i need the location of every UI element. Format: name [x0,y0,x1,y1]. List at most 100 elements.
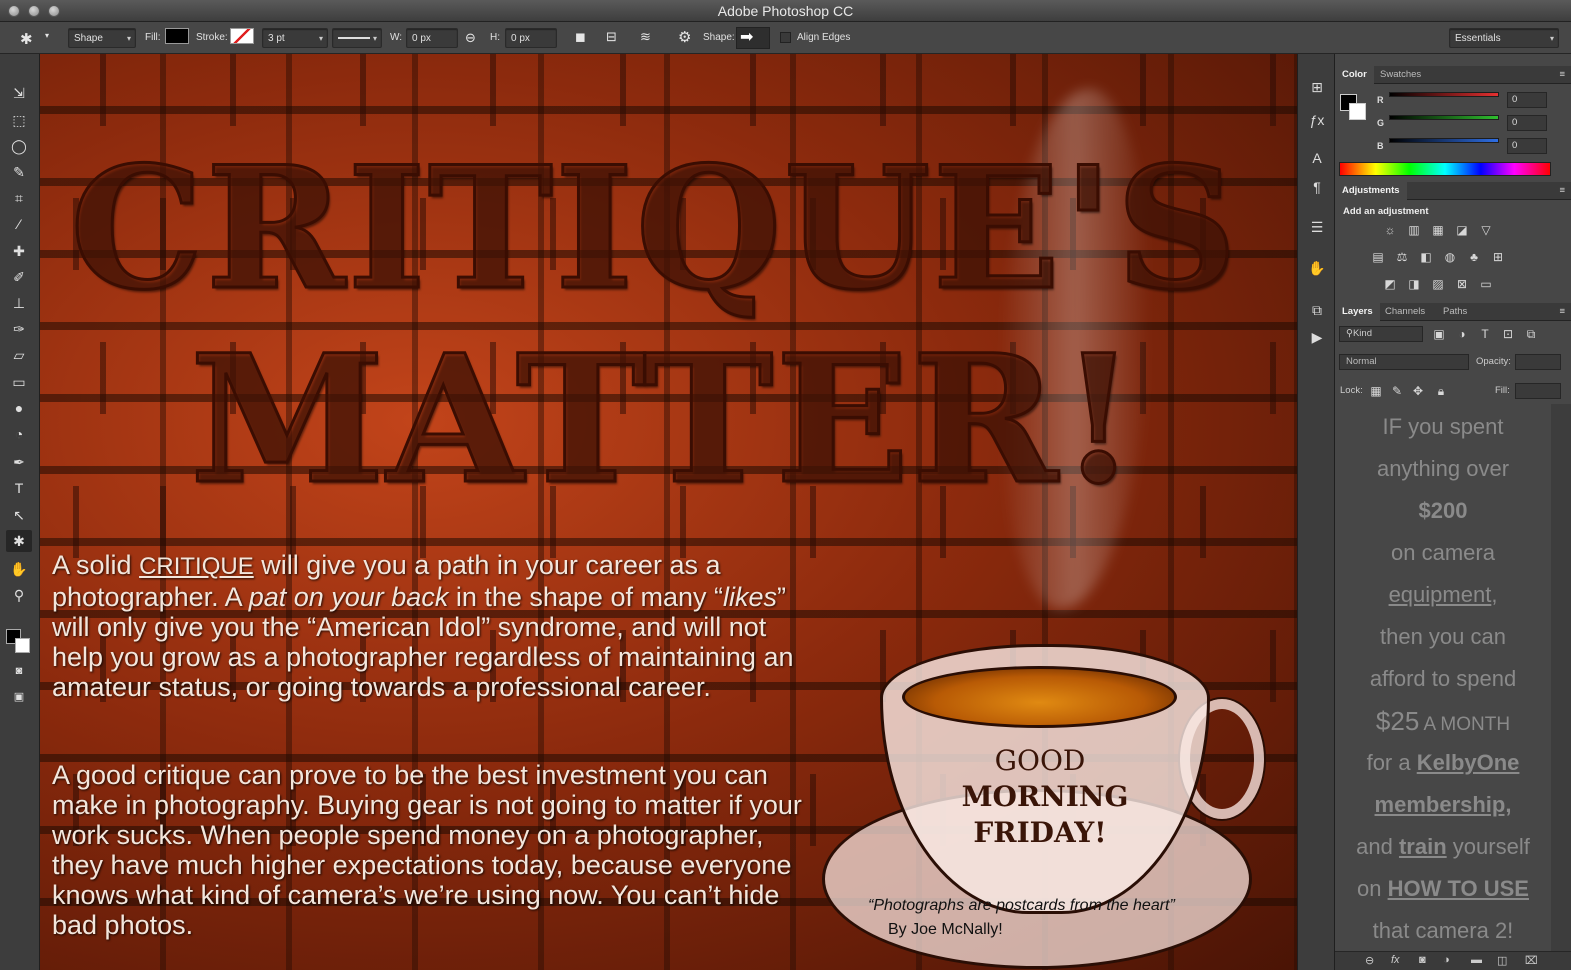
filter-smart-object-icon[interactable]: ⧉ [1522,326,1540,342]
membership-link[interactable]: membership, [1375,792,1512,817]
height-input[interactable]: 0 px [505,28,557,48]
blue-slider[interactable] [1389,138,1499,143]
new-layer-icon[interactable]: ◫ [1497,954,1507,967]
fill-swatch[interactable] [165,27,189,47]
path-operations-icon[interactable]: ◼ [575,29,586,45]
photo-filter-icon[interactable]: ◍ [1441,249,1459,265]
workspace-select[interactable]: Essentials [1449,28,1559,49]
history-icon[interactable]: ⊞ [1306,76,1328,98]
shape-picker[interactable]: ➡ [736,27,770,49]
background-color-swatch[interactable] [15,638,30,653]
add-mask-icon[interactable]: ◙ [1419,954,1426,966]
styles-fx-icon[interactable]: ƒx [1306,109,1328,131]
link-icon[interactable]: ⊖ [465,30,476,46]
lasso-tool-icon[interactable]: ◯ [6,135,32,157]
color-balance-icon[interactable]: ⚖ [1393,249,1411,265]
blue-value[interactable]: 0 [1507,138,1547,154]
exposure-icon[interactable]: ◪ [1453,222,1471,238]
gear-icon[interactable]: ⚙ [678,28,691,46]
mode-select[interactable]: Shape [68,28,136,49]
tool-presets-icon[interactable]: ✋ [1306,257,1328,279]
equipment-link[interactable]: equipment [1389,582,1492,607]
clone-stamp-tool-icon[interactable]: ⊥ [6,292,32,314]
layer-style-fx-icon[interactable]: fx [1391,954,1400,966]
fill-input[interactable] [1515,383,1561,399]
panel-menu-icon[interactable]: ≡ [1559,182,1565,200]
color-spectrum-ramp[interactable] [1339,162,1551,176]
vibrance-icon[interactable]: ▽ [1477,222,1495,238]
filter-pixel-icon[interactable]: ▣ [1430,326,1448,342]
color-lookup-icon[interactable]: ⊞ [1489,249,1507,265]
opacity-input[interactable] [1515,354,1561,370]
hand-tool-icon[interactable]: ✋ [6,558,32,580]
blur-tool-icon[interactable]: ● [6,397,32,419]
levels-icon[interactable]: ▥ [1405,222,1423,238]
history-brush-tool-icon[interactable]: ✑ [6,318,32,340]
kelbyone-link[interactable]: KelbyOne [1417,750,1520,775]
panel-menu-icon[interactable]: ≡ [1559,303,1565,321]
lock-transparent-icon[interactable]: ▦ [1367,383,1385,399]
color-background-swatch[interactable] [1349,103,1366,120]
hue-saturation-icon[interactable]: ▤ [1369,249,1387,265]
threshold-icon[interactable]: ▨ [1429,276,1447,292]
tab-paths[interactable]: Paths [1436,303,1474,321]
paragraph-icon[interactable]: ¶ [1306,176,1328,198]
green-value[interactable]: 0 [1507,115,1547,131]
eraser-tool-icon[interactable]: ▱ [6,344,32,366]
layers-scrollbar[interactable] [1551,404,1571,952]
brush-tool-icon[interactable]: ✐ [6,266,32,288]
lock-position-icon[interactable]: ✥ [1409,383,1427,399]
stroke-swatch[interactable] [230,27,254,47]
lock-image-icon[interactable]: ✎ [1388,383,1406,399]
healing-brush-tool-icon[interactable]: ✚ [6,240,32,262]
filter-kind-select[interactable]: ⚲Kind [1339,326,1423,342]
stroke-width-input[interactable]: 3 pt [262,28,328,49]
tab-swatches[interactable]: Swatches [1373,66,1428,84]
red-slider[interactable] [1389,92,1499,97]
eyedropper-tool-icon[interactable]: ⁄ [6,213,32,235]
tab-layers[interactable]: Layers [1335,303,1380,322]
green-slider[interactable] [1389,115,1499,120]
curves-icon[interactable]: ▦ [1429,222,1447,238]
train-link[interactable]: train [1399,834,1447,859]
quick-selection-tool-icon[interactable]: ✎ [6,161,32,183]
screen-mode-icon[interactable]: ▣ [6,686,32,708]
posterize-icon[interactable]: ◨ [1405,276,1423,292]
width-input[interactable]: 0 px [406,28,458,48]
align-edges-checkbox[interactable] [780,32,791,43]
blend-mode-select[interactable]: Normal [1339,354,1469,370]
gradient-tool-icon[interactable]: ▭ [6,371,32,393]
filter-shape-icon[interactable]: ⊡ [1499,326,1517,342]
custom-shape-tool-preset-icon[interactable]: ✱ [20,30,33,48]
move-tool-icon[interactable]: ⇲ [6,82,32,104]
clone-source-icon[interactable]: ⧉ [1306,299,1328,321]
marquee-tool-icon[interactable]: ⬚ [6,109,32,131]
how-to-use-link[interactable]: HOW TO USE [1388,876,1529,901]
new-adjustment-layer-icon[interactable]: ◑ [1443,954,1450,966]
filter-adjustment-icon[interactable]: ◑ [1453,326,1471,342]
link-layers-icon[interactable]: ⊖ [1365,954,1374,967]
panel-menu-icon[interactable]: ≡ [1559,66,1565,84]
pen-tool-icon[interactable]: ✒ [6,451,32,473]
gradient-map-icon[interactable]: ▭ [1477,276,1495,292]
dodge-tool-icon[interactable]: ◔ [6,423,32,445]
path-selection-tool-icon[interactable]: ↖ [6,504,32,526]
red-value[interactable]: 0 [1507,92,1547,108]
stroke-type-select[interactable] [332,28,382,49]
channel-mixer-icon[interactable]: ♣ [1465,249,1483,265]
custom-shape-tool-icon[interactable]: ✱ [6,530,32,552]
tab-color[interactable]: Color [1335,66,1374,85]
selective-color-icon[interactable]: ⊠ [1453,276,1471,292]
zoom-tool-icon[interactable]: ⚲ [6,584,32,606]
black-white-icon[interactable]: ◧ [1417,249,1435,265]
path-alignment-icon[interactable]: ⊟ [606,29,617,45]
character-icon[interactable]: A [1306,147,1328,169]
filter-type-icon[interactable]: T [1476,326,1494,342]
type-tool-icon[interactable]: T [6,477,32,499]
actions-play-icon[interactable]: ▶ [1306,326,1328,348]
preset-dropdown-icon[interactable]: ▾ [45,31,49,40]
tab-channels[interactable]: Channels [1378,303,1432,321]
delete-layer-icon[interactable]: ⌧ [1525,954,1538,967]
invert-icon[interactable]: ◩ [1381,276,1399,292]
quick-mask-icon[interactable]: ◙ [6,660,32,682]
